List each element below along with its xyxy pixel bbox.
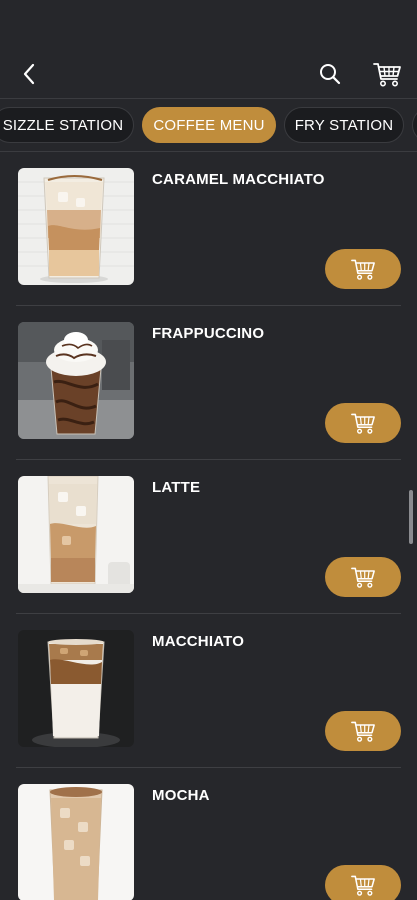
search-icon [320, 64, 341, 85]
cart-button[interactable] [369, 56, 405, 92]
item-name: LATTE [152, 479, 201, 496]
item-image-mocha[interactable] [18, 784, 134, 900]
list-scrollbar[interactable] [409, 490, 413, 544]
app-header [0, 0, 417, 98]
list-item[interactable]: MACCHIATO [0, 614, 417, 768]
list-item[interactable]: FRAPPUCCINO [0, 306, 417, 460]
category-tabs: SIZZLE STATION COFFEE MENU FRY STATION [0, 99, 417, 151]
add-to-cart-icon [351, 567, 375, 588]
add-to-cart-button[interactable] [325, 249, 401, 289]
add-to-cart-icon [351, 875, 375, 896]
tab-next-category[interactable] [412, 107, 417, 143]
item-name: MACCHIATO [152, 633, 245, 650]
add-to-cart-button[interactable] [325, 557, 401, 597]
item-image-latte[interactable] [18, 476, 134, 593]
add-to-cart-icon [351, 259, 375, 280]
search-button[interactable] [314, 58, 346, 90]
item-image-macchiato[interactable] [18, 630, 134, 747]
item-name: MOCHA [152, 787, 210, 804]
add-to-cart-icon [351, 413, 375, 434]
item-name: FRAPPUCCINO [152, 325, 265, 342]
tab-coffee-menu[interactable]: COFFEE MENU [142, 107, 276, 143]
tab-fry-station[interactable]: FRY STATION [284, 107, 404, 143]
item-image-caramel-macchiato[interactable] [18, 168, 134, 285]
shopping-cart-icon [373, 63, 401, 87]
item-image-frappuccino[interactable] [18, 322, 134, 439]
back-button[interactable] [14, 58, 44, 90]
menu-item-list[interactable]: CARAMEL MACCHIATO FRAPPUCCINO LATTE MACC… [0, 152, 417, 900]
list-item[interactable]: LATTE [0, 460, 417, 614]
list-item[interactable]: MOCHA [0, 768, 417, 900]
chevron-left-icon [23, 63, 35, 85]
add-to-cart-button[interactable] [325, 711, 401, 751]
list-item[interactable]: CARAMEL MACCHIATO [0, 152, 417, 306]
tab-sizzle-station[interactable]: SIZZLE STATION [0, 107, 134, 143]
add-to-cart-button[interactable] [325, 865, 401, 900]
add-to-cart-button[interactable] [325, 403, 401, 443]
add-to-cart-icon [351, 721, 375, 742]
item-name: CARAMEL MACCHIATO [152, 171, 325, 188]
